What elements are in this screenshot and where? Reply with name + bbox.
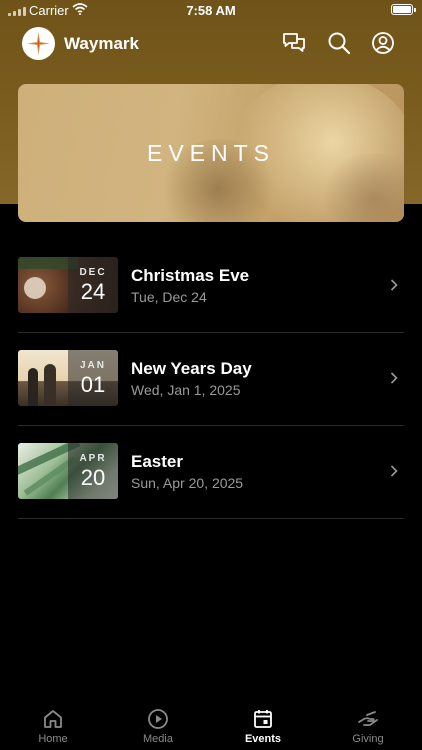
event-thumbnail: DEC 24 (18, 257, 118, 313)
tab-label: Home (38, 733, 68, 745)
banner-title: EVENTS (146, 140, 276, 166)
chevron-right-icon (390, 372, 398, 384)
date-badge-day: 20 (80, 465, 106, 490)
date-badge-day: 01 (80, 372, 106, 397)
event-thumbnail: JAN 01 (18, 350, 118, 406)
date-badge-day: 24 (80, 279, 106, 304)
chat-icon[interactable] (282, 31, 306, 55)
event-date: Wed, Jan 1, 2025 (131, 382, 241, 398)
date-badge: DEC 24 (68, 257, 118, 313)
tab-label: Media (143, 733, 173, 745)
app-title: Waymark (64, 34, 139, 53)
event-title: Easter (131, 452, 183, 471)
events-banner: EVENTS (18, 84, 404, 222)
chevron-right-icon (390, 465, 398, 477)
event-thumbnail: APR 20 (18, 443, 118, 499)
profile-icon[interactable] (371, 31, 395, 55)
event-date: Sun, Apr 20, 2025 (131, 475, 244, 491)
chevron-right-icon (390, 279, 398, 291)
date-badge-month: JAN (79, 360, 106, 371)
tab-bar: Home Media Events Giving (0, 694, 422, 750)
play-icon (148, 709, 168, 729)
event-row-christmas-eve[interactable]: DEC 24 Christmas Eve Tue, Dec 24 (18, 241, 404, 333)
tab-label: Giving (352, 733, 384, 745)
event-title: Christmas Eve (131, 266, 250, 285)
search-icon[interactable] (327, 31, 351, 55)
event-date: Tue, Dec 24 (131, 289, 207, 305)
app-header: Waymark (0, 25, 422, 65)
event-title: New Years Day (131, 359, 252, 378)
tab-events[interactable]: Events (221, 694, 305, 745)
calendar-icon (254, 710, 272, 728)
date-badge: APR 20 (68, 443, 118, 499)
church-logo[interactable] (22, 27, 55, 60)
tab-giving[interactable]: Giving (326, 694, 410, 745)
tab-label: Events (244, 733, 282, 745)
event-row-easter[interactable]: APR 20 Easter Sun, Apr 20, 2025 (18, 427, 404, 519)
tab-media[interactable]: Media (116, 694, 200, 745)
clock: 7:58 AM (186, 3, 236, 18)
status-bar: Carrier 7:58 AM (0, 0, 422, 22)
date-badge-month: DEC (79, 267, 107, 278)
date-badge-month: APR (79, 453, 107, 464)
home-icon (44, 710, 62, 728)
tab-home[interactable]: Home (11, 694, 95, 745)
giving-icon (358, 711, 378, 726)
compass-logo-icon (27, 32, 50, 55)
event-row-new-years-day[interactable]: JAN 01 New Years Day Wed, Jan 1, 2025 (18, 334, 404, 426)
date-badge: JAN 01 (68, 350, 118, 406)
battery-icon (391, 4, 416, 15)
